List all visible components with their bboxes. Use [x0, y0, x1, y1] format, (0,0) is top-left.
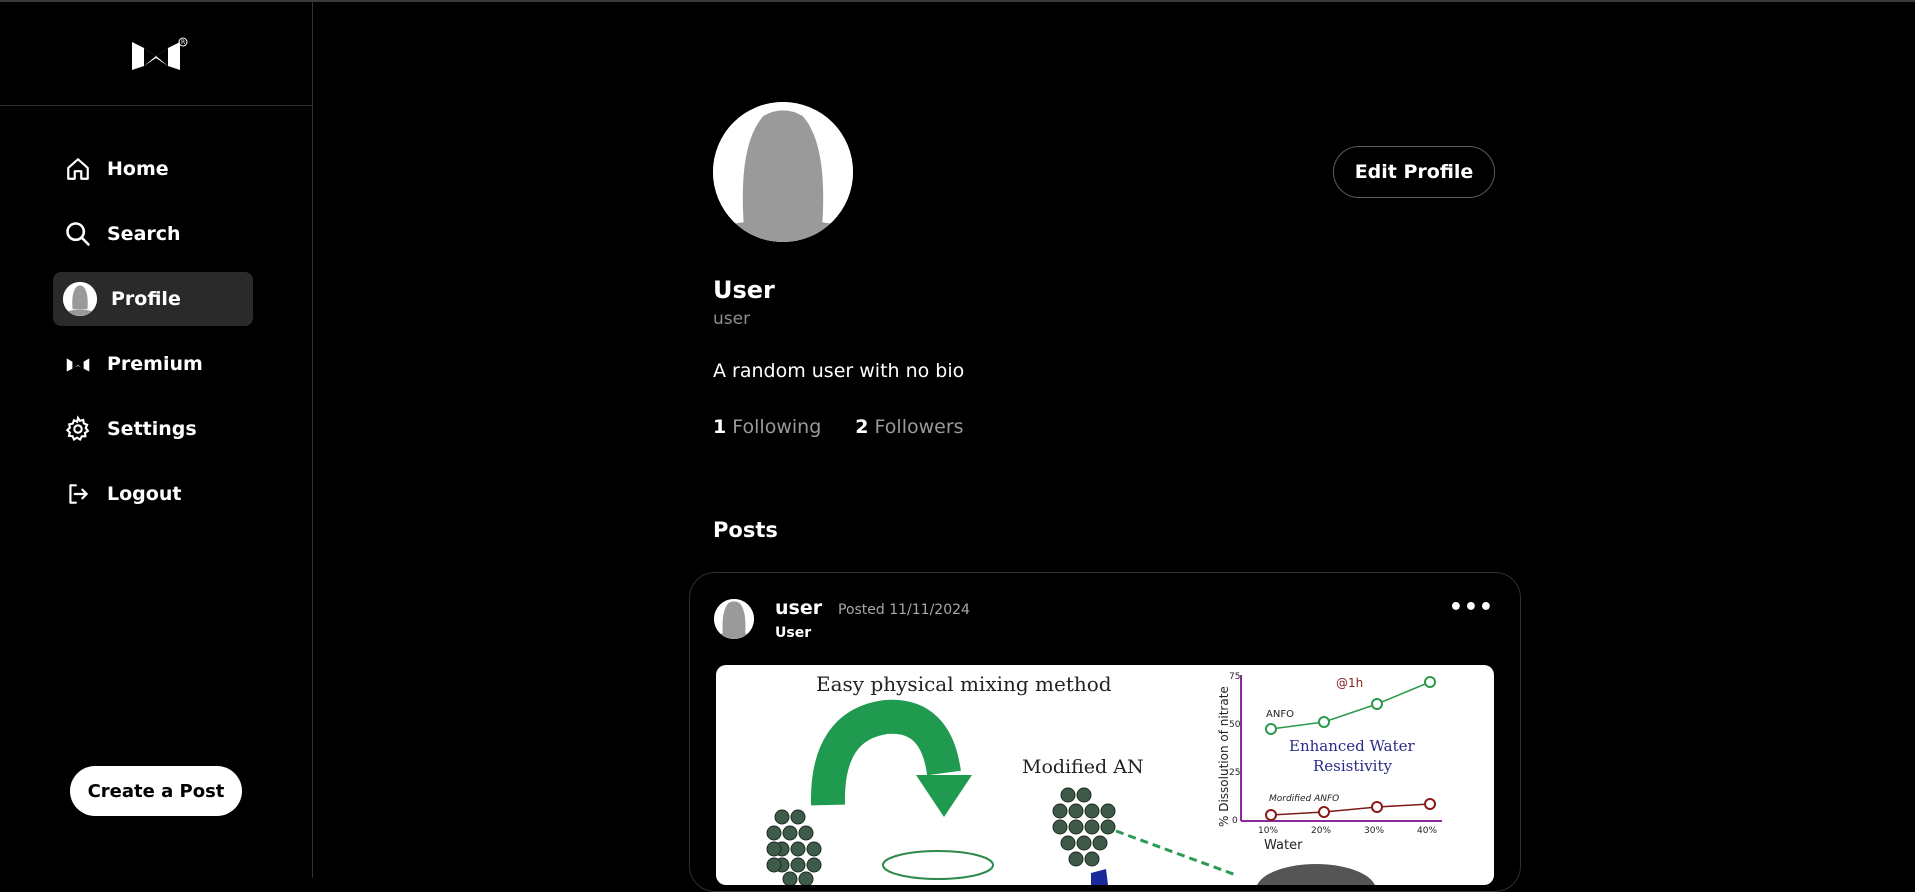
- profile-handle: user: [713, 309, 751, 329]
- sidebar-item-label: Home: [107, 158, 169, 180]
- spheres-right: [1052, 787, 1116, 867]
- sidebar-item-home[interactable]: Home: [53, 142, 253, 196]
- dashed-link: [1115, 829, 1237, 877]
- xtick: 20%: [1311, 826, 1331, 836]
- main-content: Edit Profile User user A random user wit…: [313, 2, 1915, 892]
- chart-annotation: Enhanced Water: [1289, 737, 1415, 755]
- chart-ylabel: % Dissolution of nitrate: [1217, 686, 1231, 827]
- avatar: [63, 282, 97, 316]
- following-label: Following: [732, 416, 822, 438]
- sidebar: R Home Search Profile Premium Settings L…: [0, 2, 313, 878]
- home-icon: [63, 154, 93, 184]
- brand-bowtie-logo-icon[interactable]: R: [124, 34, 188, 74]
- svg-text:R: R: [181, 39, 185, 46]
- profile-display-name: User: [713, 276, 775, 304]
- post-username[interactable]: user: [775, 597, 822, 619]
- post-card[interactable]: user Posted 11/11/2024 User ••• Easy phy…: [689, 572, 1521, 892]
- blue-marker: [1091, 869, 1108, 885]
- logo-area: R: [0, 2, 312, 106]
- ytick: 75: [1229, 672, 1240, 682]
- sidebar-item-label: Settings: [107, 418, 197, 440]
- xtick: 40%: [1417, 826, 1437, 836]
- gear-icon: [63, 414, 93, 444]
- sidebar-item-premium[interactable]: Premium: [53, 337, 253, 391]
- sidebar-item-label: Premium: [107, 353, 203, 375]
- profile-bio: A random user with no bio: [713, 360, 965, 382]
- post-display-name: User: [775, 625, 812, 641]
- search-icon: [63, 219, 93, 249]
- sidebar-item-label: Logout: [107, 483, 182, 505]
- profile-avatar[interactable]: [713, 102, 853, 242]
- sidebar-item-logout[interactable]: Logout: [53, 467, 253, 521]
- chart-annotation: Resistivity: [1313, 757, 1392, 775]
- arrow-head: [916, 775, 972, 817]
- series-label: Mordified ANFO: [1269, 794, 1339, 804]
- avatar[interactable]: [714, 599, 754, 639]
- ytick: 50: [1229, 720, 1241, 730]
- figure-title: Easy physical mixing method: [816, 672, 1112, 696]
- arrow-shape: [810, 699, 961, 806]
- sidebar-item-profile[interactable]: Profile: [53, 272, 253, 326]
- series-label: ANFO: [1266, 709, 1294, 720]
- ytick: 25: [1229, 768, 1240, 778]
- post-date: Posted 11/11/2024: [838, 602, 970, 618]
- sidebar-item-settings[interactable]: Settings: [53, 402, 253, 456]
- inset-chart: % Dissolution of nitrate 75 50 25 0 10% …: [1217, 672, 1442, 853]
- profile-stats: 1 Following 2 Followers: [713, 416, 964, 438]
- xtick: 30%: [1364, 826, 1384, 836]
- spheres-left: [766, 809, 822, 885]
- followers-link[interactable]: 2 Followers: [855, 416, 963, 438]
- modified-label: Modified AN: [1022, 756, 1144, 778]
- xtick: 10%: [1258, 826, 1278, 836]
- followers-label: Followers: [874, 416, 964, 438]
- create-post-button[interactable]: Create a Post: [70, 766, 242, 816]
- micrograph: [1257, 864, 1375, 885]
- logout-icon: [63, 479, 93, 509]
- ytick: 0: [1232, 816, 1238, 826]
- chart-xlabel: Water: [1264, 838, 1303, 853]
- beaker-shape: [882, 850, 994, 880]
- sidebar-item-label: Search: [107, 223, 181, 245]
- posts-heading: Posts: [713, 518, 778, 542]
- edit-profile-button[interactable]: Edit Profile: [1333, 146, 1495, 198]
- more-options-icon[interactable]: •••: [1449, 595, 1494, 620]
- following-count: 1: [713, 416, 727, 438]
- following-link[interactable]: 1 Following: [713, 416, 821, 438]
- followers-count: 2: [855, 416, 869, 438]
- main-nav: Home Search Profile Premium Settings Log…: [53, 142, 253, 532]
- bowtie-icon: [63, 349, 93, 379]
- sidebar-item-search[interactable]: Search: [53, 207, 253, 261]
- sidebar-item-label: Profile: [111, 288, 181, 310]
- chart-note: @1h: [1336, 676, 1363, 690]
- post-image[interactable]: Easy physical mixing method Modified AN: [716, 665, 1494, 885]
